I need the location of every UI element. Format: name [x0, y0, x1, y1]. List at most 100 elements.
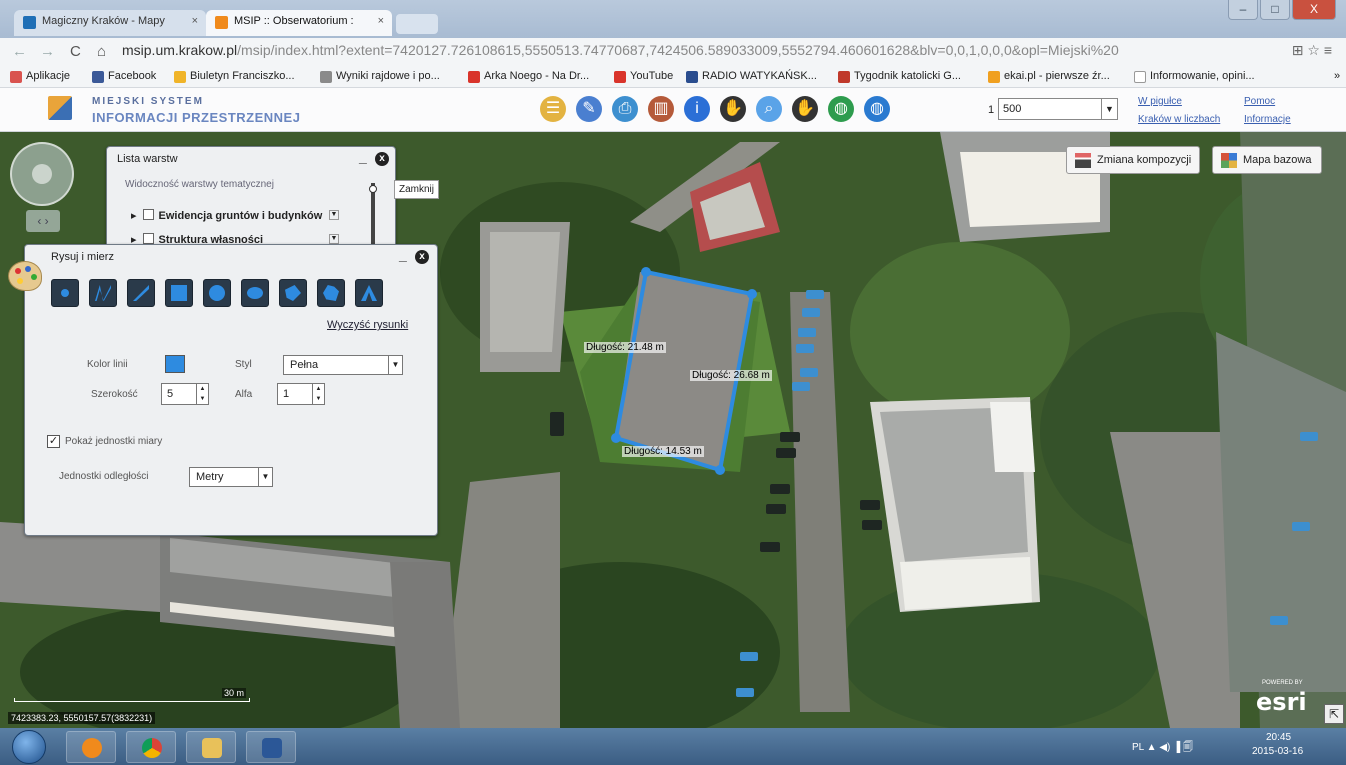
composition-icon: [1075, 153, 1091, 168]
url-bar-icons[interactable]: ⊞ ☆ ≡: [1292, 42, 1332, 59]
bookmark-item[interactable]: Facebook: [92, 70, 157, 83]
scale-select[interactable]: 500 ▼: [998, 98, 1118, 120]
back-button[interactable]: ←: [12, 43, 27, 60]
layer-row-ewidencja[interactable]: ▸ Ewidencja gruntów i budynków ▼: [131, 209, 339, 222]
bookmark-item[interactable]: Wyniki rajdowe i po...: [320, 70, 440, 83]
close-panel-button[interactable]: x: [415, 250, 429, 264]
clear-drawings-link[interactable]: Wyczyść rysunki: [327, 319, 408, 331]
layers-icon[interactable]: ☰: [540, 96, 566, 122]
bookmark-item[interactable]: Tygodnik katolicki G...: [838, 70, 961, 83]
bookmark-item[interactable]: YouTube: [614, 70, 673, 83]
bookmark-label: ekai.pl - pierwsze źr...: [1004, 70, 1110, 82]
bookmark-item[interactable]: RADIO WATYKAŃSK...: [686, 70, 817, 83]
tab-close-icon[interactable]: ×: [378, 15, 384, 27]
taskbar-chrome[interactable]: [126, 731, 176, 763]
polygon-glyph: [285, 285, 301, 301]
alpha-value: 1: [283, 388, 290, 400]
opacity-slider-handle[interactable]: [369, 185, 377, 193]
minimize-window-button[interactable]: –: [1228, 0, 1258, 20]
msip-logo-icon: [48, 96, 72, 120]
identify-icon[interactable]: ✋: [792, 96, 818, 122]
line-color-swatch[interactable]: [165, 355, 185, 373]
globe-icon[interactable]: ◍: [828, 96, 854, 122]
chevron-down-icon[interactable]: ▼: [329, 234, 339, 244]
mapa-bazowa-button[interactable]: Mapa bazowa: [1212, 146, 1322, 174]
new-tab-button[interactable]: [396, 14, 438, 34]
hand-icon[interactable]: ✋: [720, 96, 746, 122]
search-icon[interactable]: ⌕: [756, 96, 782, 122]
chevron-down-icon[interactable]: ▼: [1101, 99, 1117, 119]
bookmark-item[interactable]: Informowanie, opini...: [1134, 70, 1255, 83]
stepper-arrows-icon[interactable]: ▲ ▼: [196, 384, 208, 404]
link-w-pigulce[interactable]: W pigułce: [1138, 96, 1182, 107]
freehand-line-tool-icon[interactable]: [89, 279, 117, 307]
chevron-down-icon[interactable]: ▼: [388, 356, 402, 374]
close-panel-button[interactable]: x: [375, 152, 389, 166]
expand-corner-icon[interactable]: ⇱: [1324, 704, 1344, 724]
bookmark-item[interactable]: Biuletyn Franciszko...: [174, 70, 295, 83]
link-pomoc[interactable]: Pomoc: [1244, 96, 1275, 107]
width-stepper[interactable]: 5 ▲ ▼: [161, 383, 209, 405]
pan-center[interactable]: [32, 164, 52, 184]
bookmark-favicon-icon: [174, 71, 186, 83]
freehand-polygon-tool-icon[interactable]: [317, 279, 345, 307]
line-color-label: Kolor linii: [87, 359, 128, 370]
tab-msip[interactable]: MSIP :: Obserwatorium : ×: [206, 10, 392, 36]
bookmark-item[interactable]: ekai.pl - pierwsze źr...: [988, 70, 1110, 83]
reload-button[interactable]: C: [70, 43, 81, 60]
minimize-panel-button[interactable]: _: [399, 247, 407, 263]
polyline-tool-icon[interactable]: [127, 279, 155, 307]
layer-checkbox[interactable]: [142, 209, 154, 220]
tab-magiczny-krakow[interactable]: Magiczny Kraków - Mapy ×: [14, 10, 206, 36]
start-button[interactable]: [12, 730, 46, 764]
print-icon[interactable]: ⎙: [612, 96, 638, 122]
close-window-button[interactable]: X: [1292, 0, 1336, 20]
chevron-down-icon[interactable]: ▼: [329, 210, 339, 220]
taskbar-explorer[interactable]: [186, 731, 236, 763]
point-tool-icon[interactable]: [51, 279, 79, 307]
stepper-arrows-icon[interactable]: ▲ ▼: [312, 384, 324, 404]
bookmarks-overflow-button[interactable]: »: [1318, 70, 1340, 82]
taskbar-word[interactable]: [246, 731, 296, 763]
map-view[interactable]: ‹ › Zmiana kompozycji Mapa bazowa Lista …: [0, 132, 1346, 728]
maximize-window-button[interactable]: □: [1260, 0, 1290, 20]
bookmark-item[interactable]: Aplikacje: [10, 70, 70, 83]
style-label: Styl: [235, 359, 252, 370]
tab-close-icon[interactable]: ×: [192, 15, 198, 27]
globe-alt-icon[interactable]: ◍: [864, 96, 890, 122]
clock-date[interactable]: 2015-03-16: [1252, 746, 1303, 757]
pan-control[interactable]: [10, 142, 74, 206]
url-field[interactable]: msip.um.krakow.pl/msip/index.html?extent…: [122, 42, 1302, 62]
layer-checkbox[interactable]: [142, 233, 154, 244]
line-style-select[interactable]: Pełna ▼: [283, 355, 403, 375]
home-button[interactable]: ⌂: [97, 43, 106, 60]
basemap-grid-icon: [1221, 153, 1237, 168]
mapa-label: Mapa bazowa: [1243, 154, 1312, 166]
bookmark-label: Facebook: [108, 70, 157, 82]
bookmark-label: Informowanie, opini...: [1150, 70, 1255, 82]
rectangle-tool-icon[interactable]: [165, 279, 193, 307]
measure-icon[interactable]: ✎: [576, 96, 602, 122]
system-tray[interactable]: PL ▲ ◀) ▐ 🗐: [1132, 740, 1193, 757]
book-icon[interactable]: ▥: [648, 96, 674, 122]
minimize-panel-button[interactable]: _: [359, 149, 367, 165]
info-icon[interactable]: i: [684, 96, 710, 122]
polygon-tool-icon[interactable]: [279, 279, 307, 307]
link-krakow-w-liczbach[interactable]: Kraków w liczbach: [1138, 114, 1220, 125]
link-informacje[interactable]: Informacje: [1244, 114, 1291, 125]
chevron-down-icon[interactable]: ▼: [258, 468, 272, 486]
forward-button[interactable]: →: [40, 43, 55, 60]
zoom-control[interactable]: ‹ ›: [26, 210, 60, 232]
ellipse-tool-icon[interactable]: [241, 279, 269, 307]
taskbar-media-player[interactable]: [66, 731, 116, 763]
distance-units-select[interactable]: Metry ▼: [189, 467, 273, 487]
bookmark-item[interactable]: Arka Noego - Na Dr...: [468, 70, 589, 83]
text-tool-icon[interactable]: [355, 279, 383, 307]
clock-time[interactable]: 20:45: [1266, 732, 1291, 743]
zmiana-kompozycji-button[interactable]: Zmiana kompozycji: [1066, 146, 1200, 174]
alpha-stepper[interactable]: 1 ▲ ▼: [277, 383, 325, 405]
circle-glyph: [209, 285, 225, 301]
circle-tool-icon[interactable]: [203, 279, 231, 307]
show-units-checkbox[interactable]: ✓: [47, 435, 60, 448]
layer-label: Ewidencja gruntów i budynków: [158, 210, 323, 222]
